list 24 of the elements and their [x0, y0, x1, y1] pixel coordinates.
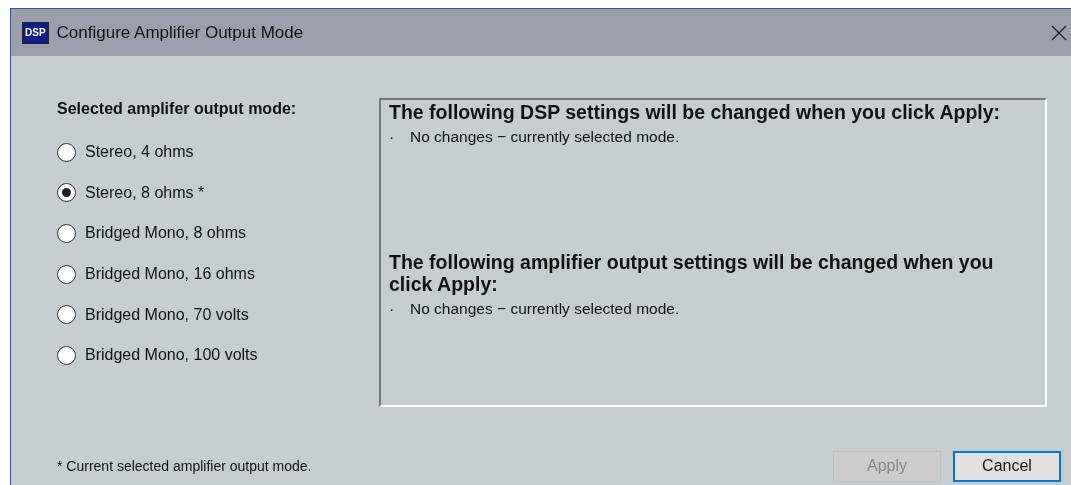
bullet: · [389, 300, 396, 318]
radio-button[interactable] [57, 224, 76, 243]
change-text: No changes − currently selected mode. [410, 300, 680, 318]
radio-label[interactable]: Bridged Mono, 100 volts [85, 346, 258, 365]
radio-button[interactable] [57, 183, 76, 203]
window-title: Configure Amplifier Output Mode [56, 22, 305, 43]
section-heading: The following amplifier output settings will be changed when you click Apply: [389, 251, 995, 295]
bullet: · [389, 128, 396, 146]
radio-label[interactable]: Bridged Mono, 8 ohms [85, 224, 246, 243]
footnote: * Current selected amplifier output mode. [57, 458, 313, 474]
radio-label[interactable]: Bridged Mono, 16 ohms [85, 265, 255, 284]
section-heading: The following DSP settings will be changed when you click Apply: [389, 101, 1002, 123]
app-logo: DSP [22, 21, 49, 44]
radio-label[interactable]: Bridged Mono, 70 volts [85, 305, 249, 324]
radio-button[interactable] [57, 264, 76, 284]
radio-label[interactable]: Stereo, 4 ohms [85, 143, 194, 162]
radio-label[interactable]: Stereo, 8 ohms * [85, 183, 205, 202]
change-text: No changes − currently selected mode. [410, 128, 680, 146]
radio-button[interactable] [57, 345, 76, 365]
close-icon[interactable] [1051, 24, 1067, 41]
radio-button[interactable] [57, 305, 76, 325]
dialog-button[interactable]: Cancel [953, 450, 1061, 482]
radio-button[interactable] [57, 142, 76, 162]
group-heading: Selected amplifer output mode: [57, 100, 298, 118]
